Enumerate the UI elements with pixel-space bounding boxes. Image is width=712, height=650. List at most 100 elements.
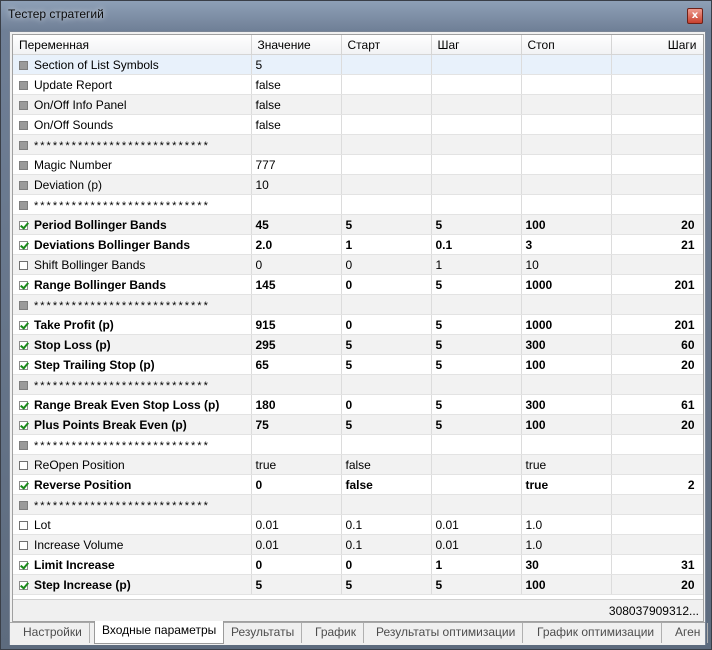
stop-cell[interactable] xyxy=(521,114,612,135)
start-cell[interactable]: 0 xyxy=(341,274,432,295)
tab-6[interactable]: Аген xyxy=(668,623,709,643)
step-cell[interactable] xyxy=(431,154,522,175)
optimize-checkbox[interactable] xyxy=(19,140,28,150)
optimize-checkbox[interactable] xyxy=(19,320,28,330)
value-cell[interactable]: 0.01 xyxy=(251,514,342,535)
start-cell[interactable]: 0 xyxy=(341,394,432,415)
table-row[interactable]: Lot 0.01 0.1 0.01 1.0 xyxy=(13,514,703,535)
start-cell[interactable] xyxy=(341,294,432,315)
value-cell[interactable]: 0.01 xyxy=(251,534,342,555)
stop-cell[interactable]: true xyxy=(521,454,612,475)
step-cell[interactable] xyxy=(431,94,522,115)
tab-3[interactable]: График xyxy=(308,623,364,643)
steps-cell[interactable]: 20 xyxy=(611,414,703,435)
stop-cell[interactable]: 100 xyxy=(521,414,612,435)
table-row[interactable]: Magic Number 777 xyxy=(13,154,703,175)
stop-cell[interactable]: 100 xyxy=(521,214,612,235)
step-cell[interactable]: 0.1 xyxy=(431,234,522,255)
stop-cell[interactable] xyxy=(521,74,612,95)
table-row[interactable]: **************************** xyxy=(13,434,703,455)
optimize-checkbox[interactable] xyxy=(19,460,28,470)
optimize-checkbox[interactable] xyxy=(19,120,28,130)
optimize-checkbox[interactable] xyxy=(19,260,28,270)
column-header-value[interactable]: Значение xyxy=(251,35,342,55)
table-row[interactable]: Stop Loss (p) 295 5 5 300 60 xyxy=(13,334,703,355)
optimize-checkbox[interactable] xyxy=(19,560,28,570)
step-cell[interactable]: 5 xyxy=(431,334,522,355)
step-cell[interactable]: 0.01 xyxy=(431,514,522,535)
start-cell[interactable]: 1 xyxy=(341,234,432,255)
stop-cell[interactable] xyxy=(521,194,612,215)
optimize-checkbox[interactable] xyxy=(19,540,28,550)
table-row[interactable]: Take Profit (p) 915 0 5 1000 201 xyxy=(13,314,703,335)
table-row[interactable]: Update Report false xyxy=(13,74,703,95)
step-cell[interactable]: 5 xyxy=(431,354,522,375)
steps-cell[interactable]: 2 xyxy=(611,474,703,495)
steps-cell[interactable] xyxy=(611,94,703,115)
start-cell[interactable]: 5 xyxy=(341,354,432,375)
start-cell[interactable] xyxy=(341,434,432,455)
stop-cell[interactable]: 1.0 xyxy=(521,514,612,535)
start-cell[interactable]: 0.1 xyxy=(341,534,432,555)
steps-cell[interactable] xyxy=(611,194,703,215)
start-cell[interactable]: 5 xyxy=(341,334,432,355)
optimize-checkbox[interactable] xyxy=(19,100,28,110)
stop-cell[interactable]: 3 xyxy=(521,234,612,255)
steps-cell[interactable]: 21 xyxy=(611,234,703,255)
start-cell[interactable]: false xyxy=(341,474,432,495)
steps-cell[interactable] xyxy=(611,534,703,555)
steps-cell[interactable]: 201 xyxy=(611,274,703,295)
step-cell[interactable] xyxy=(431,54,522,75)
start-cell[interactable] xyxy=(341,54,432,75)
stop-cell[interactable]: true xyxy=(521,474,612,495)
start-cell[interactable] xyxy=(341,194,432,215)
table-row[interactable]: Step Trailing Stop (p) 65 5 5 100 20 xyxy=(13,354,703,375)
steps-cell[interactable]: 20 xyxy=(611,574,703,595)
column-header-stop[interactable]: Стоп xyxy=(521,35,612,55)
steps-cell[interactable] xyxy=(611,454,703,475)
optimize-checkbox[interactable] xyxy=(19,520,28,530)
start-cell[interactable]: 0 xyxy=(341,314,432,335)
steps-cell[interactable] xyxy=(611,254,703,275)
value-cell[interactable]: 75 xyxy=(251,414,342,435)
steps-cell[interactable] xyxy=(611,134,703,155)
steps-cell[interactable]: 31 xyxy=(611,554,703,575)
value-cell[interactable]: 5 xyxy=(251,54,342,75)
steps-cell[interactable]: 20 xyxy=(611,354,703,375)
start-cell[interactable]: 5 xyxy=(341,414,432,435)
value-cell[interactable]: 180 xyxy=(251,394,342,415)
table-row[interactable]: Section of List Symbols 5 xyxy=(13,54,703,75)
optimize-checkbox[interactable] xyxy=(19,220,28,230)
value-cell[interactable]: false xyxy=(251,74,342,95)
start-cell[interactable]: 5 xyxy=(341,214,432,235)
start-cell[interactable] xyxy=(341,134,432,155)
steps-cell[interactable]: 60 xyxy=(611,334,703,355)
step-cell[interactable]: 5 xyxy=(431,314,522,335)
value-cell[interactable] xyxy=(251,134,342,155)
stop-cell[interactable]: 300 xyxy=(521,394,612,415)
step-cell[interactable]: 5 xyxy=(431,274,522,295)
value-cell[interactable] xyxy=(251,434,342,455)
steps-cell[interactable]: 20 xyxy=(611,214,703,235)
steps-cell[interactable] xyxy=(611,54,703,75)
step-cell[interactable] xyxy=(431,474,522,495)
table-row[interactable]: **************************** xyxy=(13,374,703,395)
stop-cell[interactable]: 30 xyxy=(521,554,612,575)
step-cell[interactable] xyxy=(431,174,522,195)
optimize-checkbox[interactable] xyxy=(19,380,28,390)
stop-cell[interactable]: 1000 xyxy=(521,274,612,295)
start-cell[interactable]: 0.1 xyxy=(341,514,432,535)
stop-cell[interactable] xyxy=(521,434,612,455)
optimize-checkbox[interactable] xyxy=(19,440,28,450)
value-cell[interactable]: 5 xyxy=(251,574,342,595)
tab-5[interactable]: График оптимизации xyxy=(530,623,663,643)
table-row[interactable]: On/Off Sounds false xyxy=(13,114,703,135)
value-cell[interactable]: 0 xyxy=(251,474,342,495)
stop-cell[interactable] xyxy=(521,494,612,515)
optimize-checkbox[interactable] xyxy=(19,280,28,290)
start-cell[interactable] xyxy=(341,114,432,135)
value-cell[interactable]: 295 xyxy=(251,334,342,355)
stop-cell[interactable] xyxy=(521,134,612,155)
stop-cell[interactable]: 100 xyxy=(521,574,612,595)
value-cell[interactable]: false xyxy=(251,94,342,115)
